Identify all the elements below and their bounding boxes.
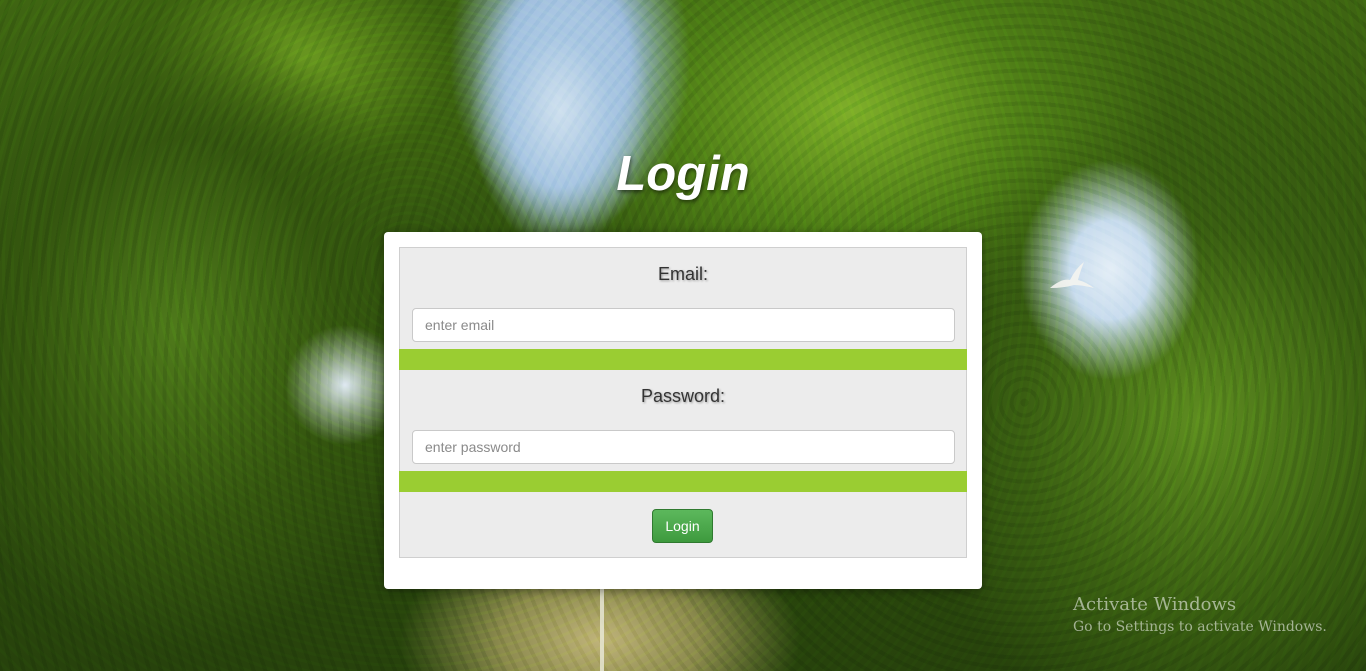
- activate-windows-watermark: Activate Windows Go to Settings to activ…: [1073, 594, 1327, 635]
- login-form: Email: Password: Login: [399, 247, 967, 558]
- watermark-title: Activate Windows: [1073, 594, 1237, 615]
- path-stripe: [600, 588, 604, 671]
- password-label: Password:: [640, 386, 726, 406]
- watermark-subtitle: Go to Settings to activate Windows.: [1073, 619, 1327, 635]
- login-card: Email: Password: Login: [384, 232, 982, 589]
- email-divider-bar: [399, 349, 967, 370]
- password-divider-bar: [399, 471, 967, 492]
- email-input[interactable]: [412, 308, 955, 342]
- login-button[interactable]: Login: [652, 509, 713, 543]
- password-input[interactable]: [412, 430, 955, 464]
- page-title: Login: [616, 147, 750, 201]
- email-label: Email:: [657, 264, 708, 284]
- bird-icon: [1050, 262, 1094, 288]
